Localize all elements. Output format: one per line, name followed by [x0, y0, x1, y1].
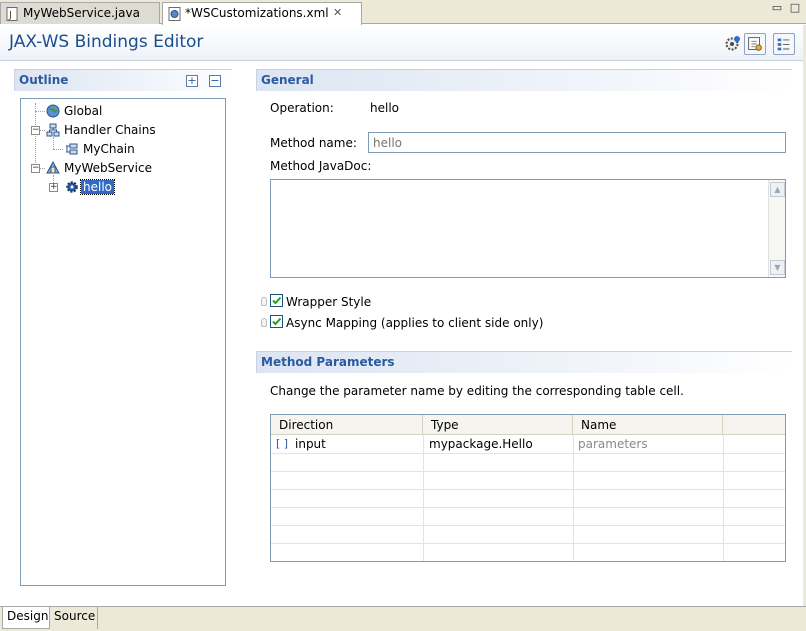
outline-section-header: Outline + −	[14, 69, 232, 91]
tab-label: *WSCustomizations.xml	[185, 6, 329, 20]
column-header-type[interactable]: Type	[423, 415, 573, 435]
operation-gear-icon	[66, 181, 78, 193]
scroll-down-icon[interactable]: ▼	[770, 260, 785, 275]
tree-node-label: MyWebService	[64, 161, 152, 175]
grid-line	[271, 543, 785, 544]
checkmark-icon	[272, 317, 282, 326]
method-parameters-section-header: Method Parameters	[256, 351, 792, 373]
tree-node-label: MyChain	[83, 142, 135, 156]
outline-title: Outline	[19, 73, 69, 87]
scroll-up-icon[interactable]: ▲	[770, 182, 785, 197]
xml-file-icon	[168, 7, 181, 21]
maximize-icon[interactable]: □	[788, 2, 802, 16]
lightbulb-hint-icon	[261, 297, 267, 306]
cell-direction[interactable]: input	[295, 437, 326, 451]
collapse-all-icon[interactable]: −	[209, 75, 221, 87]
close-tab-icon[interactable]: ✕	[333, 6, 342, 19]
outline-tree[interactable]: − − + Global Handler Chains MyChain MyWe…	[20, 98, 226, 586]
tree-node-label: Handler Chains	[64, 123, 156, 137]
method-parameters-title: Method Parameters	[261, 355, 395, 369]
async-mapping-checkbox[interactable]	[270, 315, 283, 328]
grid-line	[271, 507, 785, 508]
tab-design[interactable]: Design	[2, 607, 50, 629]
cell-name[interactable]: parameters	[578, 437, 648, 451]
parameter-icon: [ ]	[276, 437, 289, 450]
expand-all-icon[interactable]: +	[186, 75, 198, 87]
operation-value: hello	[370, 101, 399, 115]
expand-hello-icon[interactable]: +	[49, 183, 58, 192]
general-section-header: General	[256, 69, 792, 91]
column-header-name[interactable]: Name	[573, 415, 723, 435]
layout-toggle-icon[interactable]	[773, 33, 795, 55]
settings-gear-icon[interactable]	[722, 33, 744, 55]
operation-label: Operation:	[270, 101, 334, 115]
minimize-icon[interactable]: ▭	[770, 2, 784, 16]
wrapper-style-label: Wrapper Style	[286, 295, 372, 309]
tab-wscustomizations-xml[interactable]: *WSCustomizations.xml ✕	[162, 2, 362, 25]
tab-mywebservice-java[interactable]: J MyWebService.java	[0, 2, 160, 24]
javadoc-scrollbar[interactable]: ▲ ▼	[768, 180, 785, 277]
wrapper-style-checkbox[interactable]	[270, 294, 283, 307]
grid-line	[271, 525, 785, 526]
checkmark-icon	[272, 296, 282, 305]
svg-text:J: J	[8, 10, 12, 21]
async-mapping-label: Async Mapping (applies to client side on…	[286, 316, 544, 330]
grid-line	[271, 489, 785, 490]
parameters-table[interactable]: Direction Type Name [ ] input mypackage.…	[270, 414, 786, 562]
method-javadoc-label: Method JavaDoc:	[270, 159, 372, 173]
bottom-tab-bar: Design Source	[0, 606, 806, 631]
globe-icon	[46, 104, 60, 118]
tab-source[interactable]: Source	[50, 607, 98, 629]
chain-icon	[66, 143, 78, 155]
cell-type[interactable]: mypackage.Hello	[429, 437, 533, 451]
java-file-icon: J	[6, 7, 18, 21]
column-header-direction[interactable]: Direction	[271, 415, 423, 435]
grid-line	[271, 471, 785, 472]
grid-line	[271, 453, 785, 454]
web-service-icon	[46, 161, 60, 174]
page-title: JAX-WS Bindings Editor	[9, 32, 204, 52]
tree-connector	[53, 149, 63, 150]
method-javadoc-textarea[interactable]: ▲ ▼	[270, 179, 786, 278]
collapse-handler-chains-icon[interactable]: −	[31, 126, 40, 135]
editor-tab-bar: J MyWebService.java *WSCustomizations.xm…	[0, 0, 806, 25]
collapse-mywebservice-icon[interactable]: −	[31, 164, 40, 173]
method-name-label: Method name:	[270, 136, 357, 150]
tree-connector	[53, 137, 54, 149]
tree-node-label: Global	[64, 104, 103, 118]
handler-chains-icon	[46, 123, 60, 137]
parameters-hint: Change the parameter name by editing the…	[270, 384, 684, 398]
table-header: Direction Type Name	[271, 415, 785, 435]
general-title: General	[261, 73, 314, 87]
lightbulb-hint-icon	[261, 318, 267, 327]
editor-header: JAX-WS Bindings Editor	[0, 25, 806, 61]
tab-label: MyWebService.java	[23, 6, 140, 20]
method-name-input[interactable]	[368, 132, 786, 153]
tree-node-label: hello	[80, 179, 115, 195]
help-contents-icon[interactable]	[744, 33, 766, 55]
tree-connector	[35, 111, 45, 112]
